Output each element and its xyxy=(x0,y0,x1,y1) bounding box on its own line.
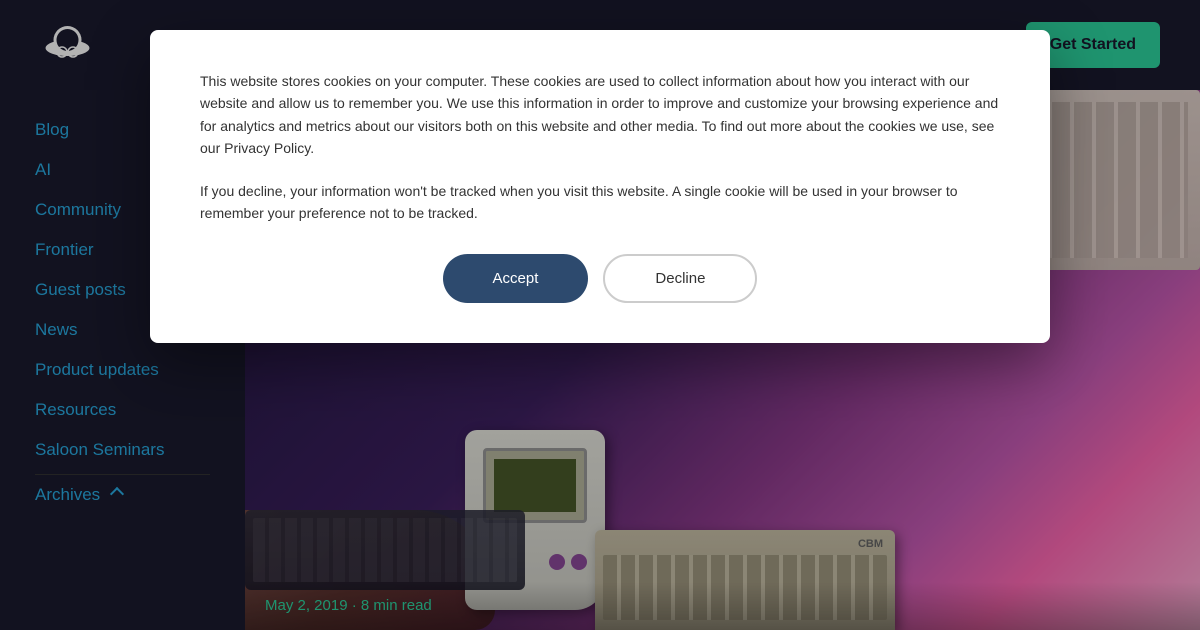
cookie-buttons: Accept Decline xyxy=(200,254,1000,303)
decline-button[interactable]: Decline xyxy=(603,254,757,303)
accept-button[interactable]: Accept xyxy=(443,254,589,303)
cookie-modal: This website stores cookies on your comp… xyxy=(150,30,1050,343)
cookie-text-1: This website stores cookies on your comp… xyxy=(200,70,1000,160)
cookie-overlay: This website stores cookies on your comp… xyxy=(0,0,1200,630)
cookie-text-2: If you decline, your information won't b… xyxy=(200,180,1000,225)
